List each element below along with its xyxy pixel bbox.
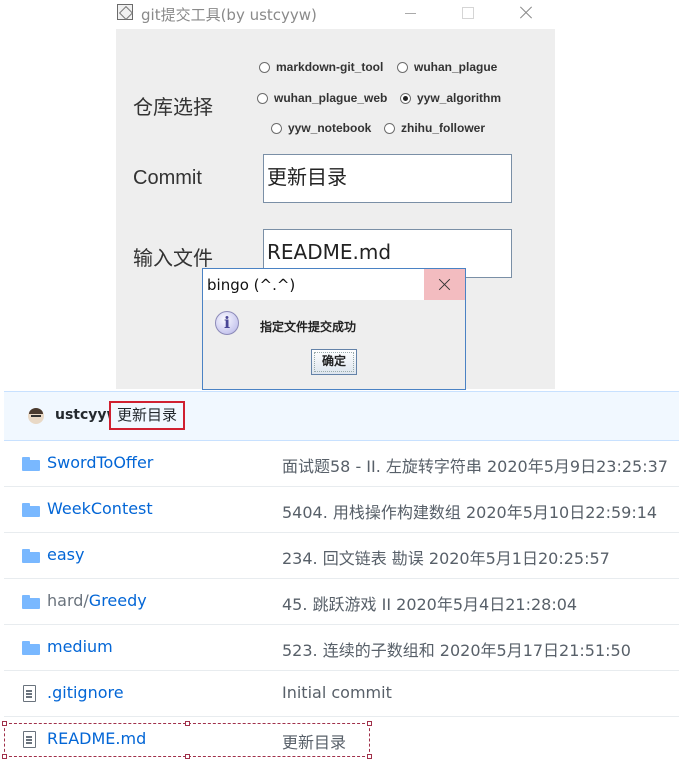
repo-radio-yyw-algorithm[interactable]: yyw_algorithm xyxy=(400,90,501,106)
folder-icon xyxy=(22,549,40,563)
information-icon: i xyxy=(215,311,239,335)
repo-radio-wuhan-plague-web[interactable]: wuhan_plague_web xyxy=(257,90,387,106)
success-dialog: bingo (^.^) i 指定文件提交成功 确定 xyxy=(202,268,466,390)
file-row-medium[interactable]: medium 523. 连续的子数组和 2020年5月17日21:51:50 xyxy=(4,625,679,671)
resize-handle[interactable] xyxy=(2,754,7,759)
minimize-button[interactable] xyxy=(400,3,422,23)
repo-radio-yyw-notebook[interactable]: yyw_notebook xyxy=(271,120,371,136)
window-titlebar: git提交工具(by ustcyyw) xyxy=(116,0,555,29)
repo-radio-zhihu-follower[interactable]: zhihu_follower xyxy=(384,120,485,136)
window-title: git提交工具(by ustcyyw) xyxy=(141,6,317,24)
file-name-link[interactable]: SwordToOffer xyxy=(47,453,153,472)
resize-handle[interactable] xyxy=(2,721,7,726)
repo-select-label: 仓库选择 xyxy=(133,95,213,119)
file-name-link[interactable]: medium xyxy=(47,637,113,656)
readme-selection-box xyxy=(2,721,372,759)
folder-icon xyxy=(22,457,40,471)
radio-circle-icon xyxy=(259,62,270,73)
file-icon xyxy=(23,685,36,702)
dialog-close-button[interactable] xyxy=(424,269,465,300)
file-input-label: 输入文件 xyxy=(133,246,213,270)
file-name-link[interactable]: .gitignore xyxy=(47,683,124,702)
file-commit-message[interactable]: 234. 回文链表 勘误 2020年5月1日20:25:57 xyxy=(282,545,610,569)
resize-handle[interactable] xyxy=(367,721,372,726)
radio-selected-icon xyxy=(400,93,411,104)
resize-handle[interactable] xyxy=(367,754,372,759)
dialog-message: 指定文件提交成功 xyxy=(260,320,357,334)
file-row-hard-greedy[interactable]: hard/Greedy 45. 跳跃游戏 II 2020年5月4日21:28:0… xyxy=(4,579,679,625)
file-commit-message[interactable]: 45. 跳跃游戏 II 2020年5月4日21:28:04 xyxy=(282,591,577,615)
radio-circle-icon xyxy=(397,62,408,73)
repo-radio-markdown-git-tool[interactable]: markdown-git_tool xyxy=(259,59,383,75)
dialog-title: bingo (^.^) xyxy=(207,276,296,294)
radio-circle-icon xyxy=(384,123,395,134)
resize-handle[interactable] xyxy=(185,721,190,726)
file-commit-message[interactable]: 523. 连续的子数组和 2020年5月17日21:51:50 xyxy=(282,637,631,661)
avatar[interactable] xyxy=(28,408,44,424)
file-row-gitignore[interactable]: .gitignore Initial commit xyxy=(4,671,679,717)
radio-circle-icon xyxy=(257,93,268,104)
commit-message-highlight[interactable]: 更新目录 xyxy=(109,401,186,430)
radio-circle-icon xyxy=(271,123,282,134)
commit-label: Commit xyxy=(133,167,202,189)
folder-icon xyxy=(22,641,40,655)
close-window-button[interactable] xyxy=(515,3,537,23)
file-name-link[interactable]: hard/Greedy xyxy=(47,591,147,610)
file-name-link[interactable]: WeekContest xyxy=(47,499,153,518)
resize-handle[interactable] xyxy=(185,754,190,759)
file-row-weekcontest[interactable]: WeekContest 5404. 用栈操作构建数组 2020年5月10日22:… xyxy=(4,487,679,533)
file-commit-message[interactable]: 面试题58 - II. 左旋转字符串 2020年5月9日23:25:37 xyxy=(282,453,668,477)
file-commit-message[interactable]: 5404. 用栈操作构建数组 2020年5月10日22:59:14 xyxy=(282,499,657,523)
file-row-swordtooffer[interactable]: SwordToOffer 面试题58 - II. 左旋转字符串 2020年5月9… xyxy=(4,441,679,487)
maximize-button[interactable] xyxy=(457,3,479,23)
folder-icon xyxy=(22,503,40,517)
file-commit-message[interactable]: Initial commit xyxy=(282,683,392,702)
repo-radio-wuhan-plague[interactable]: wuhan_plague xyxy=(397,59,497,75)
file-row-easy[interactable]: easy 234. 回文链表 勘误 2020年5月1日20:25:57 xyxy=(4,533,679,579)
dialog-titlebar: bingo (^.^) xyxy=(203,269,465,300)
commit-message-field[interactable]: 更新目录 xyxy=(263,154,512,203)
ok-button[interactable]: 确定 xyxy=(311,349,357,375)
folder-icon xyxy=(22,595,40,609)
java-app-icon xyxy=(117,4,133,20)
file-name-link[interactable]: easy xyxy=(47,545,84,564)
latest-commit-bar: ustcyyw 更新目录 xyxy=(4,391,679,441)
